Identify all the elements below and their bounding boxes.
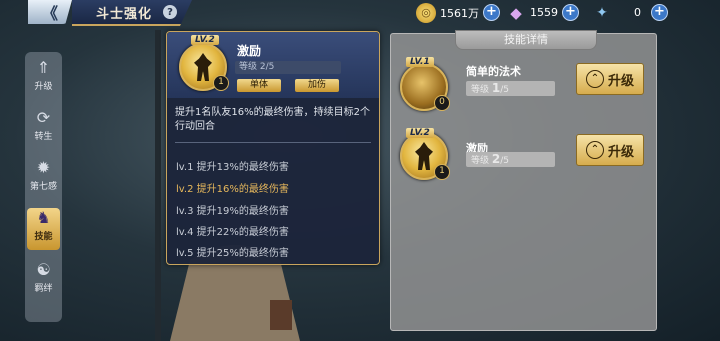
level-row-5: lv.5 提升25%的最终伤害 xyxy=(176,248,289,259)
upgrade-button-1[interactable]: ⌃ 升级 xyxy=(576,63,644,95)
skill-1-level: 等级 1/5 xyxy=(466,81,555,96)
tooltip-level: 等级 2/5 xyxy=(235,61,341,74)
skill-icon: ♞ xyxy=(36,208,51,227)
nav-bond[interactable]: ☯ 羁绊 xyxy=(27,260,60,302)
coin-icon: ◎ xyxy=(416,2,436,23)
level-row-4: lv.4 提升22%的最终伤害 xyxy=(176,227,289,238)
nav-rebirth[interactable]: ⟳ 转生 xyxy=(27,108,60,150)
gold-resource: ◎ 1561万 + xyxy=(416,2,500,23)
upgrade-icon: ⇑ xyxy=(36,58,51,77)
tooltip-skill-name: 激励 xyxy=(237,44,262,58)
tooltip-description: 提升1名队友16%的最终伤害，持续目标2个行动回合 xyxy=(175,107,370,132)
level-row-1: lv.1 提升13%的最终伤害 xyxy=(176,162,289,173)
skill-tooltip: 1 LV.2 激励 等级 2/5 单体 加伤 提升1名队友16%的最终伤害，持续… xyxy=(166,31,380,265)
skill-portrait-icon: 1 xyxy=(179,43,229,91)
skill-card-1: 0 LV.1 简单的法术 等级 1/5 ⌃ 升级 xyxy=(396,57,650,117)
upgrade-arrow-icon: ⌃ xyxy=(585,141,604,159)
crystal-resource: ✦ 0 + xyxy=(592,3,668,22)
upgrade-arrow-icon: ⌃ xyxy=(585,70,604,88)
nav-seventh-sense[interactable]: ✹ 第七感 xyxy=(27,158,60,200)
panel-title: 技能详情 xyxy=(455,30,597,50)
skill-1-lv-tag: LV.1 xyxy=(406,57,434,67)
inspire-skill-icon: 1 xyxy=(400,132,450,180)
level-row-2: lv.2 提升16%的最终伤害 xyxy=(176,184,289,195)
skill-card-2: 1 LV.2 激励 等级 2/5 ⌃ 升级 xyxy=(396,128,650,188)
add-gold-button[interactable]: + xyxy=(483,4,500,21)
magic-skill-icon: 0 xyxy=(400,63,450,111)
diamond-icon: ◆ xyxy=(510,3,522,22)
tag-damage: 加伤 xyxy=(295,79,339,92)
tooltip-lv-tag: LV.2 xyxy=(191,35,219,45)
bond-icon: ☯ xyxy=(36,260,51,279)
crystal-icon: ✦ xyxy=(596,4,608,21)
tooltip-divider xyxy=(175,142,371,143)
skill-2-lv-tag: LV.2 xyxy=(406,128,434,138)
skill-2-level: 等级 2/5 xyxy=(466,152,555,167)
help-icon[interactable]: ? xyxy=(163,5,177,19)
skill-badge: 1 xyxy=(213,75,229,91)
tag-single: 单体 xyxy=(237,79,281,92)
upgrade-button-2[interactable]: ⌃ 升级 xyxy=(576,134,644,166)
rebirth-icon: ⟳ xyxy=(36,108,51,127)
nav-skill[interactable]: ♞ 技能 xyxy=(27,208,60,250)
diamond-resource: ◆ 1559 + xyxy=(506,3,579,22)
nav-upgrade[interactable]: ⇑ 升级 xyxy=(27,58,60,100)
seventh-sense-icon: ✹ xyxy=(36,158,51,177)
add-diamond-button[interactable]: + xyxy=(562,4,579,21)
back-button[interactable]: 《 xyxy=(28,0,72,24)
page-title: 斗士强化 xyxy=(96,7,153,22)
add-crystal-button[interactable]: + xyxy=(651,4,668,21)
level-row-3: lv.3 提升19%的最终伤害 xyxy=(176,206,289,217)
skill-1-name: 简单的法术 xyxy=(466,65,521,78)
left-nav: ⇑ 升级 ⟳ 转生 ✹ 第七感 ♞ 技能 ☯ 羁绊 xyxy=(25,52,62,322)
